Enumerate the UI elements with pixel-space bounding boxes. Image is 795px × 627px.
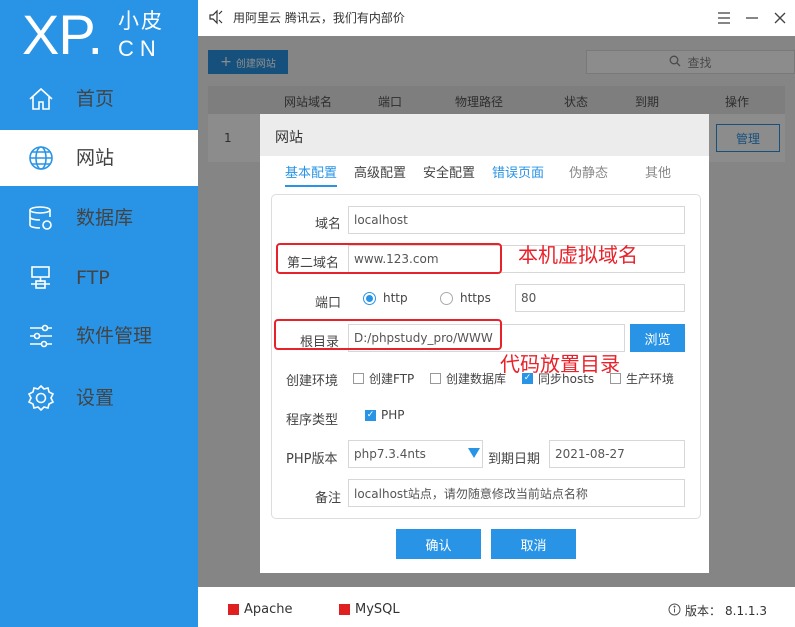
home-icon	[27, 85, 55, 113]
php-version-value: php7.3.4nts	[354, 447, 426, 461]
php-version-label: PHP版本	[286, 452, 338, 467]
domain-label: 域名	[315, 217, 342, 232]
sidebar-item-label: FTP	[76, 267, 110, 289]
sidebar-item-database[interactable]: 数据库	[0, 190, 198, 246]
sidebar-item-software[interactable]: 软件管理	[0, 308, 198, 364]
speaker-icon	[208, 9, 224, 29]
checkbox-label: 创建FTP	[369, 372, 415, 386]
tab-advanced[interactable]: 高级配置	[354, 162, 406, 185]
http-label: http	[383, 291, 408, 305]
logo-sub-cn: 小皮	[118, 9, 164, 33]
radio-unchecked-icon	[440, 291, 453, 305]
port-field[interactable]: 80	[515, 284, 685, 312]
sidebar-item-label: 首页	[76, 88, 115, 110]
notice-text[interactable]: 用阿里云 腾讯云，我们有内部价	[233, 9, 405, 26]
sliders-icon	[27, 322, 55, 350]
gear-icon	[27, 384, 55, 412]
sidebar-item-ftp[interactable]: FTP	[0, 250, 198, 306]
dialog-header: 网站	[260, 114, 709, 156]
version-info: 版本： 8.1.1.3	[668, 602, 767, 619]
status-stopped-icon	[339, 604, 350, 615]
mysql-status[interactable]: MySQL	[339, 602, 400, 617]
expire-date-label: 到期日期	[488, 452, 541, 467]
database-icon	[27, 204, 55, 232]
sidebar-item-label: 设置	[76, 387, 115, 409]
status-bar: Apache MySQL 版本： 8.1.1.3	[198, 587, 795, 627]
https-radio[interactable]: https	[440, 291, 491, 305]
close-icon[interactable]	[772, 10, 788, 26]
checkbox-label: PHP	[381, 408, 405, 422]
note-label: 备注	[315, 491, 342, 506]
checkbox-checked-icon: ✓	[365, 409, 376, 421]
sidebar-item-home[interactable]: 首页	[0, 71, 198, 127]
radio-checked-icon	[363, 291, 376, 305]
annotation-root-note: 代码放置目录	[500, 352, 620, 376]
checkbox-unchecked-icon	[430, 373, 441, 384]
globe-icon	[27, 144, 55, 172]
version-value: 8.1.1.3	[725, 603, 767, 618]
annotation-box-second-domain	[276, 243, 502, 274]
sidebar-item-label: 软件管理	[76, 325, 153, 347]
https-label: https	[460, 291, 491, 305]
top-bar: 用阿里云 腾讯云，我们有内部价	[198, 0, 795, 36]
tab-error-pages[interactable]: 错误页面	[492, 162, 544, 185]
dropdown-arrow-icon	[468, 448, 480, 458]
sidebar-item-label: 网站	[76, 147, 115, 169]
service-name: MySQL	[355, 602, 400, 617]
sidebar-item-settings[interactable]: 设置	[0, 370, 198, 426]
tab-basic[interactable]: 基本配置	[285, 162, 338, 187]
sidebar-item-label: 数据库	[76, 207, 134, 229]
program-type-label: 程序类型	[286, 413, 339, 428]
menu-icon[interactable]	[716, 10, 732, 26]
create-db-checkbox[interactable]: 创建数据库	[430, 370, 506, 387]
http-radio[interactable]: http	[363, 291, 408, 305]
expire-date-field[interactable]: 2021-08-27	[549, 440, 685, 468]
cancel-button[interactable]: 取消	[491, 529, 576, 559]
sidebar-item-website[interactable]: 网站	[0, 130, 198, 186]
php-checkbox[interactable]: ✓ PHP	[365, 408, 405, 422]
logo-sub-en: CN	[118, 36, 162, 61]
tab-rewrite[interactable]: 伪静态	[569, 162, 608, 185]
checkbox-label: 创建数据库	[446, 372, 507, 386]
checkbox-unchecked-icon	[353, 373, 364, 384]
ftp-server-icon	[27, 264, 55, 292]
info-icon	[668, 603, 681, 619]
browse-button[interactable]: 浏览	[630, 324, 685, 352]
annotation-domain-note: 本机虚拟域名	[518, 243, 638, 267]
apache-status[interactable]: Apache	[228, 602, 293, 617]
env-label: 创建环境	[286, 374, 339, 389]
version-label: 版本：	[685, 604, 722, 618]
confirm-button[interactable]: 确认	[396, 529, 481, 559]
status-stopped-icon	[228, 604, 239, 615]
tab-security[interactable]: 安全配置	[423, 162, 475, 185]
create-ftp-checkbox[interactable]: 创建FTP	[353, 370, 414, 387]
annotation-box-root-dir	[274, 319, 502, 350]
domain-field[interactable]: localhost	[348, 206, 685, 234]
php-version-select[interactable]: php7.3.4nts	[348, 440, 483, 468]
dialog-title: 网站	[275, 130, 303, 146]
logo-main: XP.	[22, 3, 103, 66]
note-field[interactable]: localhost站点，请勿随意修改当前站点名称	[348, 479, 685, 507]
service-name: Apache	[244, 602, 293, 617]
checkbox-label: 生产环境	[626, 372, 675, 386]
minimize-icon[interactable]	[744, 10, 760, 26]
sidebar: XP. 小皮 CN 首页 网站 数据库 FTP 软件管理 设置	[0, 0, 198, 627]
port-label: 端口	[315, 296, 342, 311]
tab-other[interactable]: 其他	[645, 162, 671, 185]
